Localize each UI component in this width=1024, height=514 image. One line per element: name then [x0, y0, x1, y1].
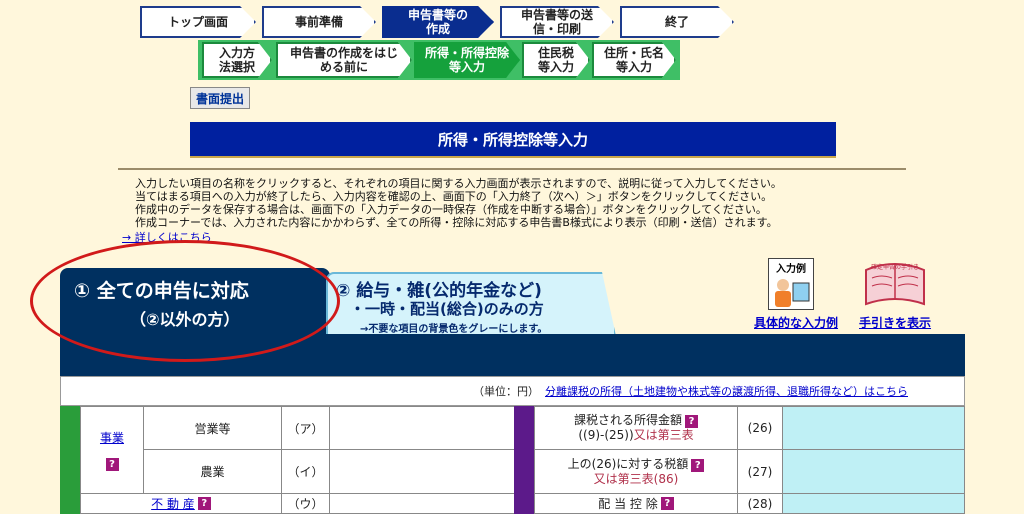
tax-code: (27): [737, 449, 783, 494]
substep-income-input[interactable]: 所得・所得控除等入力: [414, 42, 520, 78]
step-label: 申告書等の送信・印刷: [520, 8, 593, 36]
income-amount-cell[interactable]: [329, 406, 516, 450]
guidebook-icon[interactable]: 確定申告の手引き: [862, 256, 928, 310]
dividend-deduction-label: 配 当 控 除?: [534, 493, 738, 514]
help-icon[interactable]: ?: [105, 458, 119, 471]
instruction-line: 作成中のデータを保存する場合は、画面下の「入力データの一時保存（作成を中断する場…: [135, 203, 767, 216]
step-label: トップ画面: [167, 15, 228, 29]
tab-subtitle: ・一時・配当(総合)のみの方: [350, 300, 544, 318]
income-side-bar: [60, 406, 80, 514]
tax-amount-cell: [782, 449, 965, 494]
step-send-print[interactable]: 申告書等の送信・印刷: [500, 6, 614, 38]
substep-before-start[interactable]: 申告書の作成をはじめる前に: [276, 42, 412, 78]
income-label: 営業等: [143, 406, 282, 450]
row-label: 課税される所得金額: [573, 413, 682, 427]
substep-resident-tax[interactable]: 住民税等入力: [522, 42, 590, 78]
step-label: 終了: [664, 15, 689, 29]
income-code: （ウ）: [281, 493, 330, 514]
income-code: （イ）: [281, 449, 330, 494]
example-icon[interactable]: 入力例: [768, 258, 814, 310]
row-label: 上の(26)に対する税額: [567, 456, 689, 471]
row-alt: 又は第三表(86): [593, 471, 679, 486]
divider: [118, 168, 906, 170]
tab-limited-income[interactable]: ② 給与・雑(公的年金など) ・一時・配当(総合)のみの方 →不要な項目の背景色…: [326, 272, 616, 336]
business-link[interactable]: 事業: [100, 429, 124, 446]
guide-link[interactable]: 手引きを表示: [859, 314, 931, 331]
page-title: 所得・所得控除等入力: [190, 122, 836, 158]
tax-amount-cell: [782, 493, 965, 514]
substep-label: 入力方法選択: [218, 46, 255, 74]
help-icon[interactable]: ?: [197, 497, 211, 510]
step-label: 申告書等の作成: [407, 8, 468, 36]
real-estate-row: 不 動 産?: [80, 493, 282, 514]
help-icon[interactable]: ?: [660, 497, 674, 510]
instruction-line: 入力したい項目の名称をクリックすると、それぞれの項目に関する入力画面が表示されま…: [135, 177, 782, 190]
row-formula: ((9)-(25)): [578, 428, 634, 442]
step-preparation[interactable]: 事前準備: [262, 6, 376, 38]
separate-tax-link[interactable]: 分離課税の所得（土地建物や株式等の譲渡所得、退職所得など）はこちら: [545, 383, 908, 399]
substep-address-name[interactable]: 住所・氏名等入力: [592, 42, 676, 78]
example-icon-label: 入力例: [776, 264, 806, 275]
guidebook-cover-text: 確定申告の手引き: [871, 263, 919, 271]
substep-label: 所得・所得控除等入力: [425, 46, 510, 74]
tax-side-bar: [514, 406, 534, 514]
income-amount-cell[interactable]: [329, 449, 516, 494]
substep-label: 住所・氏名等入力: [603, 46, 664, 74]
income-code: （ア）: [281, 406, 330, 450]
row-alt: 又は第三表: [633, 428, 694, 442]
income-label: 農業: [143, 449, 282, 494]
unit-row: （単位：円） 分離課税の所得（土地建物や株式等の譲渡所得、退職所得など）はこちら: [60, 376, 965, 406]
example-link[interactable]: 具体的な入力例: [754, 314, 838, 331]
step-finish[interactable]: 終了: [620, 6, 734, 38]
tab-note: →不要な項目の背景色をグレーにします。: [360, 324, 548, 335]
tax-amount-label: 上の(26)に対する税額? 又は第三表(86): [534, 449, 738, 494]
real-estate-link[interactable]: 不 動 産: [151, 495, 195, 512]
paper-submit-button[interactable]: 書面提出: [190, 87, 250, 109]
substep-label: 申告書の作成をはじめる前に: [289, 46, 398, 74]
instruction-line: 当てはまる項目への入力が終了したら、入力内容を確認の上、画面下の「入力終了（次へ…: [135, 190, 773, 203]
step-top[interactable]: トップ画面: [140, 6, 256, 38]
highlight-circle: [30, 240, 340, 362]
income-amount-cell[interactable]: [329, 493, 516, 514]
tax-code: (28): [737, 493, 783, 514]
person-computer-icon: [775, 279, 810, 307]
help-icon[interactable]: ?: [685, 415, 698, 428]
business-group: 事業 ?: [80, 406, 144, 494]
row-label: 配 当 控 除: [598, 497, 658, 511]
taxable-income-label: 課税される所得金額? ((9)-(25))又は第三表: [534, 406, 738, 450]
substep-method[interactable]: 入力方法選択: [202, 42, 272, 78]
tax-code: (26): [737, 406, 783, 450]
step-label: 事前準備: [294, 15, 343, 29]
instruction-line: 作成コーナーでは、入力された内容にかかわらず、全ての所得・控除に対応する申告書B…: [135, 216, 778, 229]
unit-label: （単位：円）: [473, 385, 539, 398]
step-create[interactable]: 申告書等の作成: [382, 6, 494, 38]
tax-amount-cell: [782, 406, 965, 450]
help-icon[interactable]: ?: [691, 458, 705, 472]
substep-label: 住民税等入力: [537, 46, 574, 74]
